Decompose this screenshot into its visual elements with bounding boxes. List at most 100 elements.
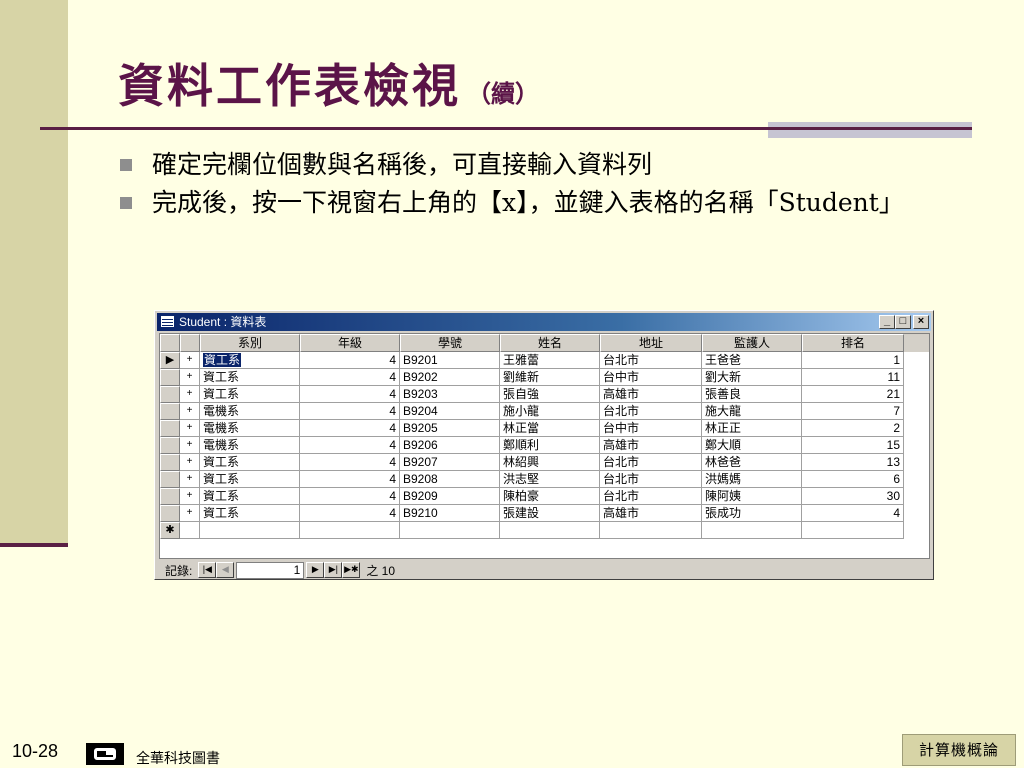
cell-address[interactable]: 高雄市 bbox=[600, 437, 702, 454]
cell-name[interactable]: 施小龍 bbox=[500, 403, 600, 420]
cell-guardian[interactable]: 施大龍 bbox=[702, 403, 802, 420]
minimize-button[interactable]: _ bbox=[879, 315, 895, 329]
expand-subdatasheet-icon[interactable]: + bbox=[180, 488, 200, 505]
cell-dept[interactable]: 電機系 bbox=[200, 437, 300, 454]
cell-guardian[interactable]: 劉大新 bbox=[702, 369, 802, 386]
cell-guardian[interactable]: 林正正 bbox=[702, 420, 802, 437]
cell-rank[interactable]: 11 bbox=[802, 369, 904, 386]
cell-guardian[interactable]: 林爸爸 bbox=[702, 454, 802, 471]
close-button[interactable]: × bbox=[913, 315, 929, 329]
expand-subdatasheet-icon[interactable]: + bbox=[180, 454, 200, 471]
cell-name[interactable]: 張建設 bbox=[500, 505, 600, 522]
cell-rank[interactable]: 2 bbox=[802, 420, 904, 437]
cell-dept[interactable]: 電機系 bbox=[200, 420, 300, 437]
cell-dept[interactable]: 資工系 bbox=[200, 488, 300, 505]
next-record-button[interactable]: ▶ bbox=[306, 562, 325, 578]
cell-id[interactable]: B9203 bbox=[400, 386, 500, 403]
cell-grade[interactable]: 4 bbox=[300, 352, 400, 369]
first-record-button[interactable]: |◀ bbox=[198, 562, 217, 578]
previous-record-button[interactable]: ◀ bbox=[216, 562, 235, 578]
record-selector[interactable] bbox=[160, 403, 180, 420]
cell-guardian[interactable]: 陳阿姨 bbox=[702, 488, 802, 505]
cell-rank[interactable]: 13 bbox=[802, 454, 904, 471]
cell-grade[interactable]: 4 bbox=[300, 420, 400, 437]
column-header-id[interactable]: 學號 bbox=[400, 334, 500, 352]
expand-subdatasheet-icon[interactable]: + bbox=[180, 505, 200, 522]
cell-address[interactable]: 台北市 bbox=[600, 352, 702, 369]
cell-dept[interactable]: 資工系 bbox=[200, 505, 300, 522]
cell-id[interactable]: B9201 bbox=[400, 352, 500, 369]
cell-rank[interactable]: 6 bbox=[802, 471, 904, 488]
cell-guardian[interactable] bbox=[702, 522, 802, 539]
expand-subdatasheet-icon[interactable]: + bbox=[180, 369, 200, 386]
cell-grade[interactable]: 4 bbox=[300, 403, 400, 420]
new-record-button[interactable]: ▶✱ bbox=[342, 562, 361, 578]
cell-grade[interactable]: 4 bbox=[300, 488, 400, 505]
expand-subdatasheet-icon[interactable]: + bbox=[180, 352, 200, 369]
empty-cell[interactable] bbox=[180, 522, 200, 539]
cell-id[interactable]: B9207 bbox=[400, 454, 500, 471]
expand-subdatasheet-icon[interactable]: + bbox=[180, 386, 200, 403]
expand-subdatasheet-icon[interactable]: + bbox=[180, 437, 200, 454]
column-header-rank[interactable]: 排名 bbox=[802, 334, 904, 352]
last-record-button[interactable]: ▶| bbox=[324, 562, 343, 578]
cell-rank[interactable]: 30 bbox=[802, 488, 904, 505]
cell-name[interactable]: 鄭順利 bbox=[500, 437, 600, 454]
record-selector[interactable]: ▶ bbox=[160, 352, 180, 369]
new-record-selector[interactable]: ✱ bbox=[160, 522, 180, 539]
cell-address[interactable]: 台北市 bbox=[600, 471, 702, 488]
cell-grade[interactable] bbox=[300, 522, 400, 539]
cell-address[interactable]: 台北市 bbox=[600, 488, 702, 505]
cell-id[interactable]: B9204 bbox=[400, 403, 500, 420]
cell-name[interactable]: 劉維新 bbox=[500, 369, 600, 386]
cell-grade[interactable]: 4 bbox=[300, 454, 400, 471]
cell-name[interactable]: 林紹興 bbox=[500, 454, 600, 471]
cell-address[interactable]: 高雄市 bbox=[600, 386, 702, 403]
cell-guardian[interactable]: 張成功 bbox=[702, 505, 802, 522]
cell-guardian[interactable]: 王爸爸 bbox=[702, 352, 802, 369]
cell-name[interactable]: 王雅蕾 bbox=[500, 352, 600, 369]
cell-dept[interactable]: 電機系 bbox=[200, 403, 300, 420]
cell-guardian[interactable]: 張善良 bbox=[702, 386, 802, 403]
record-selector[interactable] bbox=[160, 488, 180, 505]
cell-dept[interactable]: 資工系 bbox=[200, 369, 300, 386]
expand-subdatasheet-icon[interactable]: + bbox=[180, 420, 200, 437]
cell-name[interactable]: 林正當 bbox=[500, 420, 600, 437]
cell-address[interactable]: 台北市 bbox=[600, 454, 702, 471]
record-selector[interactable] bbox=[160, 369, 180, 386]
cell-dept[interactable]: 資工系 bbox=[200, 386, 300, 403]
record-selector[interactable] bbox=[160, 454, 180, 471]
cell-address[interactable]: 台中市 bbox=[600, 369, 702, 386]
column-header-grade[interactable]: 年級 bbox=[300, 334, 400, 352]
record-selector[interactable] bbox=[160, 386, 180, 403]
cell-grade[interactable]: 4 bbox=[300, 369, 400, 386]
cell-id[interactable]: B9202 bbox=[400, 369, 500, 386]
cell-grade[interactable]: 4 bbox=[300, 386, 400, 403]
cell-dept[interactable]: 資工系 bbox=[200, 352, 300, 369]
cell-name[interactable]: 洪志堅 bbox=[500, 471, 600, 488]
cell-id[interactable]: B9210 bbox=[400, 505, 500, 522]
record-selector[interactable] bbox=[160, 420, 180, 437]
record-number-field[interactable]: 1 bbox=[236, 561, 305, 579]
column-header-dept[interactable]: 系別 bbox=[200, 334, 300, 352]
cell-guardian[interactable]: 洪媽媽 bbox=[702, 471, 802, 488]
cell-address[interactable]: 台北市 bbox=[600, 403, 702, 420]
cell-id[interactable] bbox=[400, 522, 500, 539]
cell-rank[interactable] bbox=[802, 522, 904, 539]
cell-address[interactable]: 高雄市 bbox=[600, 505, 702, 522]
cell-rank[interactable]: 21 bbox=[802, 386, 904, 403]
cell-rank[interactable]: 15 bbox=[802, 437, 904, 454]
column-header-guardian[interactable]: 監護人 bbox=[702, 334, 802, 352]
column-header-name[interactable]: 姓名 bbox=[500, 334, 600, 352]
cell-address[interactable]: 台中市 bbox=[600, 420, 702, 437]
cell-grade[interactable]: 4 bbox=[300, 437, 400, 454]
record-selector[interactable] bbox=[160, 437, 180, 454]
cell-grade[interactable]: 4 bbox=[300, 471, 400, 488]
cell-dept[interactable] bbox=[200, 522, 300, 539]
cell-address[interactable] bbox=[600, 522, 702, 539]
cell-id[interactable]: B9209 bbox=[400, 488, 500, 505]
record-selector[interactable] bbox=[160, 505, 180, 522]
column-header-address[interactable]: 地址 bbox=[600, 334, 702, 352]
select-all-corner[interactable] bbox=[160, 334, 180, 352]
cell-rank[interactable]: 4 bbox=[802, 505, 904, 522]
